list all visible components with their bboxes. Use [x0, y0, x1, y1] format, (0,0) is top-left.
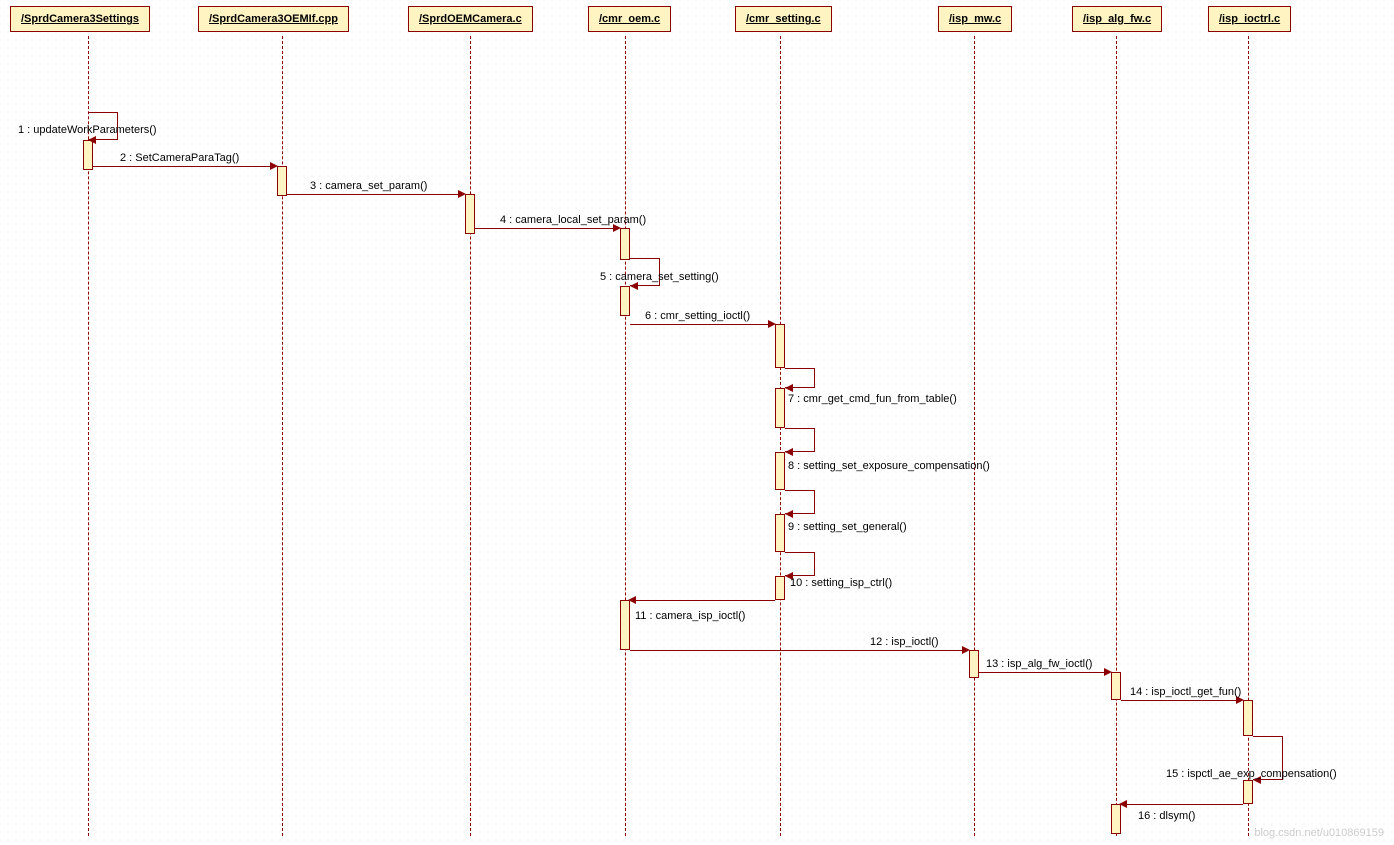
- message-label: 9 : setting_set_general(): [788, 521, 907, 533]
- background-grid: [0, 0, 1394, 845]
- message-label: 16 : dlsym(): [1138, 810, 1195, 822]
- participant-box: /SprdOEMCamera.c: [408, 6, 533, 32]
- message-label: 5 : camera_set_setting(): [600, 271, 719, 283]
- activation-bar: [620, 286, 630, 316]
- message-label: 10 : setting_isp_ctrl(): [790, 577, 892, 589]
- lifeline: [974, 36, 975, 836]
- message-label: 14 : isp_ioctl_get_fun(): [1130, 686, 1241, 698]
- message-label: 7 : cmr_get_cmd_fun_from_table(): [788, 393, 957, 405]
- message-label: 12 : isp_ioctl(): [870, 636, 939, 648]
- message-arrow: [979, 672, 1107, 673]
- watermark-text: blog.csdn.net/u010869159: [1254, 827, 1384, 839]
- participant-box: /isp_ioctrl.c: [1208, 6, 1291, 32]
- participant-box: /SprdCamera3OEMIf.cpp: [198, 6, 349, 32]
- message-arrow: [475, 228, 616, 229]
- arrow-head-icon: [785, 510, 793, 518]
- activation-bar: [1243, 780, 1253, 804]
- activation-bar: [465, 194, 475, 234]
- participant-box: /isp_alg_fw.c: [1072, 6, 1162, 32]
- participant-box: /isp_mw.c: [938, 6, 1012, 32]
- lifeline: [282, 36, 283, 836]
- message-label: 4 : camera_local_set_param(): [500, 214, 646, 226]
- message-label: 1 : updateWorkParameters(): [18, 124, 157, 136]
- activation-bar: [1111, 672, 1121, 700]
- activation-bar: [620, 600, 630, 650]
- participant-box: /cmr_oem.c: [588, 6, 671, 32]
- message-arrow: [93, 166, 273, 167]
- activation-bar: [969, 650, 979, 678]
- activation-bar: [620, 228, 630, 260]
- message-label: 6 : cmr_setting_ioctl(): [645, 310, 750, 322]
- arrow-head-icon: [458, 190, 466, 198]
- message-arrow: [287, 194, 461, 195]
- message-label: 2 : SetCameraParaTag(): [120, 152, 239, 164]
- message-arrow: [630, 650, 965, 651]
- message-arrow: [633, 600, 775, 601]
- message-label: 8 : setting_set_exposure_compensation(): [788, 460, 990, 472]
- message-label: 13 : isp_alg_fw_ioctl(): [986, 658, 1092, 670]
- arrow-head-icon: [785, 448, 793, 456]
- activation-bar: [775, 324, 785, 368]
- arrow-head-icon: [1119, 800, 1127, 808]
- lifeline: [470, 36, 471, 836]
- activation-bar: [277, 166, 287, 196]
- arrow-head-icon: [88, 136, 96, 144]
- activation-bar: [775, 514, 785, 552]
- activation-bar: [1111, 804, 1121, 834]
- message-label: 11 : camera_isp_ioctl(): [635, 610, 745, 622]
- message-arrow: [1121, 700, 1239, 701]
- arrow-head-icon: [630, 282, 638, 290]
- message-label: 15 : ispctl_ae_exp_compensation(): [1166, 768, 1337, 780]
- participant-box: /cmr_setting.c: [735, 6, 832, 32]
- activation-bar: [83, 140, 93, 170]
- message-arrow: [630, 324, 771, 325]
- lifeline: [1116, 36, 1117, 836]
- message-arrow: [1124, 804, 1243, 805]
- activation-bar: [1243, 700, 1253, 736]
- arrow-head-icon: [270, 162, 278, 170]
- arrow-head-icon: [785, 384, 793, 392]
- arrow-head-icon: [628, 596, 636, 604]
- activation-bar: [775, 576, 785, 600]
- activation-bar: [775, 388, 785, 428]
- lifeline: [780, 36, 781, 836]
- arrow-head-icon: [768, 320, 776, 328]
- arrow-head-icon: [962, 646, 970, 654]
- lifeline: [625, 36, 626, 836]
- activation-bar: [775, 452, 785, 490]
- participant-box: /SprdCamera3Settings: [10, 6, 150, 32]
- message-label: 3 : camera_set_param(): [310, 180, 427, 192]
- arrow-head-icon: [1104, 668, 1112, 676]
